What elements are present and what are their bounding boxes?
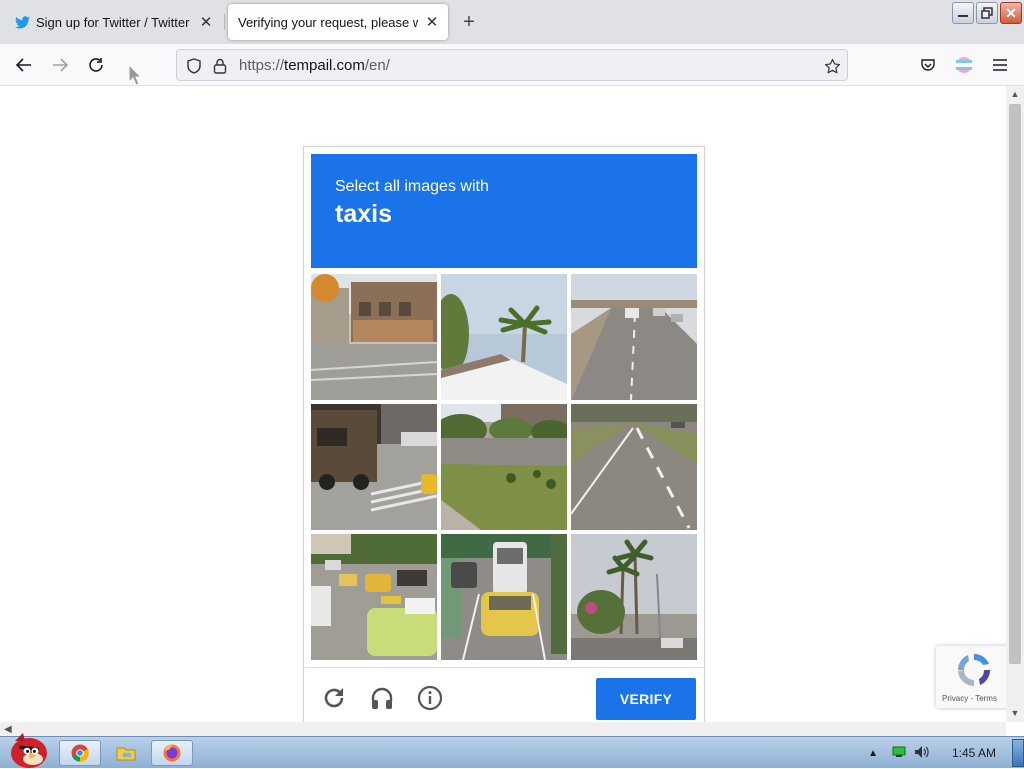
captcha-tile-7[interactable]: [311, 534, 437, 660]
parking-lot-image: [441, 404, 567, 530]
captcha-tile-4[interactable]: [311, 404, 437, 530]
url-host: tempail.com: [284, 57, 365, 74]
page-content: Select all images with taxis VERIFY Priv…: [0, 86, 1006, 722]
tab-bar: Sign up for Twitter / Twitter ✕ Verifyin…: [0, 0, 1024, 44]
scroll-down-arrow-icon[interactable]: ▼: [1010, 708, 1020, 718]
tray-expand-arrow-icon[interactable]: ▲: [868, 748, 878, 759]
captcha-image-grid: [311, 274, 697, 660]
twitter-bird-icon: [14, 14, 30, 30]
tab-close-icon[interactable]: ✕: [198, 14, 214, 31]
tab-title: Sign up for Twitter / Twitter: [36, 14, 190, 30]
tab-title: Verifying your request, please wait: [238, 14, 418, 30]
captcha-header: Select all images with taxis: [311, 154, 697, 268]
url-text[interactable]: https://tempail.com/en/: [239, 57, 390, 74]
vertical-scroll-thumb[interactable]: [1009, 104, 1021, 664]
captcha-tile-8[interactable]: [441, 534, 567, 660]
mouse-cursor-icon: [128, 64, 143, 86]
captcha-footer: VERIFY: [304, 667, 704, 722]
vertical-scrollbar[interactable]: ▲ ▼: [1006, 86, 1024, 722]
pocket-icon[interactable]: [915, 53, 941, 77]
refresh-icon[interactable]: [320, 684, 348, 712]
url-path: /en/: [364, 57, 390, 74]
address-bar[interactable]: https://tempail.com/en/: [176, 49, 848, 81]
captcha-tile-6[interactable]: [571, 404, 697, 530]
recaptcha-terms-text[interactable]: Privacy - Terms: [942, 694, 997, 703]
show-desktop-button[interactable]: [1012, 739, 1024, 767]
captcha-challenge: Select all images with taxis VERIFY: [303, 146, 705, 722]
empty-road-image: [571, 404, 697, 530]
tray-network-icon[interactable]: [892, 746, 906, 761]
yellow-taxis-street-image: [311, 534, 437, 660]
taskbar-clock[interactable]: 1:45 AM: [952, 746, 996, 760]
tab-close-icon[interactable]: ✕: [424, 14, 440, 31]
back-arrow-icon[interactable]: [11, 53, 37, 77]
tab-verifying[interactable]: Verifying your request, please wait ✕: [228, 4, 448, 40]
minimize-icon[interactable]: [952, 2, 974, 24]
url-scheme: https://: [239, 57, 285, 74]
truck-taxi-image: [311, 404, 437, 530]
menu-hamburger-icon[interactable]: [987, 53, 1013, 77]
tab-separator: [224, 14, 225, 30]
forward-arrow-icon[interactable]: [47, 53, 73, 77]
start-angry-bird-icon[interactable]: [2, 731, 52, 769]
street-corner-image: [311, 274, 437, 400]
reload-icon[interactable]: [83, 53, 109, 77]
captcha-tile-9[interactable]: [571, 534, 697, 660]
tab-twitter[interactable]: Sign up for Twitter / Twitter ✕: [4, 4, 222, 40]
info-icon[interactable]: [416, 684, 444, 712]
captcha-tile-3[interactable]: [571, 274, 697, 400]
captcha-tile-1[interactable]: [311, 274, 437, 400]
window-close-icon[interactable]: ✕: [1000, 2, 1022, 24]
lock-icon[interactable]: [211, 57, 229, 75]
captcha-tile-5[interactable]: [441, 404, 567, 530]
restore-icon[interactable]: [976, 2, 998, 24]
palm-roof-image: [441, 274, 567, 400]
highway-image: [571, 274, 697, 400]
taskbar-chrome-icon[interactable]: [59, 740, 101, 766]
captcha-prompt: Select all images with: [335, 178, 489, 195]
new-tab-plus-icon[interactable]: +: [459, 11, 479, 33]
yellow-car-bus-image: [441, 534, 567, 660]
audio-headphones-icon[interactable]: [368, 684, 396, 712]
navigation-bar: https://tempail.com/en/: [0, 44, 1024, 86]
taskbar-folder-icon[interactable]: [105, 740, 147, 766]
bookmark-star-icon[interactable]: [823, 57, 841, 75]
account-avatar-icon[interactable]: [951, 53, 977, 77]
captcha-tile-2[interactable]: [441, 274, 567, 400]
palm-trees-street-image: [571, 534, 697, 660]
verify-button[interactable]: VERIFY: [596, 678, 696, 720]
captcha-target: taxis: [335, 200, 392, 228]
windows-taskbar: ▲ 1:45 AM: [0, 733, 1024, 769]
tracking-shield-icon[interactable]: [185, 57, 203, 75]
taskbar-firefox-icon[interactable]: [151, 740, 193, 766]
horizontal-scrollbar[interactable]: ◀: [0, 722, 1006, 736]
system-tray: ▲ 1:45 AM: [868, 737, 1014, 769]
recaptcha-badge[interactable]: Privacy - Terms: [936, 646, 1006, 708]
tray-volume-icon[interactable]: [914, 745, 930, 762]
scroll-up-arrow-icon[interactable]: ▲: [1010, 89, 1020, 99]
recaptcha-logo-icon: [957, 653, 991, 686]
window-controls: ✕: [950, 2, 1022, 24]
